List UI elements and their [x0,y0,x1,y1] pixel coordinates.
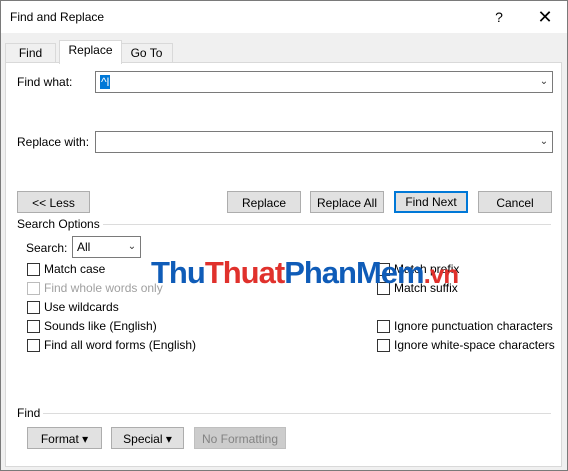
watermark-part3: PhanMem [284,255,424,290]
ignore-whitespace-label: Ignore white-space characters [394,338,555,352]
replace-all-button[interactable]: Replace All [310,191,384,213]
tab-find[interactable]: Find [5,43,56,63]
tab-goto[interactable]: Go To [120,43,173,63]
match-case-label: Match case [44,262,106,276]
find-replace-dialog: Find and Replace ? ✕ Find Replace Go To … [0,0,568,471]
whole-words-label: Find whole words only [44,281,163,295]
chevron-down-icon[interactable]: ⌄ [124,237,140,257]
word-forms-label: Find all word forms (English) [44,338,197,352]
find-what-label: Find what: [17,75,73,89]
chevron-down-icon[interactable]: ⌄ [536,72,552,92]
find-next-button[interactable]: Find Next [394,191,468,213]
watermark-part1: Thu [151,255,206,290]
divider [103,224,551,225]
search-options-heading: Search Options [17,217,100,231]
chevron-down-icon[interactable]: ⌄ [536,132,552,152]
help-icon[interactable]: ? [481,1,517,33]
replace-button[interactable]: Replace [227,191,301,213]
title-bar: Find and Replace ? ✕ [1,1,567,33]
window-title: Find and Replace [10,10,105,24]
ignore-punctuation-label: Ignore punctuation characters [394,319,553,333]
search-direction-select[interactable]: All ⌄ [72,236,141,258]
search-direction-value: All [77,240,91,254]
find-what-input[interactable]: ^l ⌄ [95,71,553,93]
search-label: Search: [26,241,68,255]
find-section-heading: Find [17,406,41,420]
sounds-like-label: Sounds like (English) [44,319,157,333]
find-what-value: ^l [100,75,111,89]
format-button[interactable]: Format ▾ [27,427,102,449]
wildcards-label: Use wildcards [44,300,119,314]
tab-replace[interactable]: Replace [59,40,122,64]
close-icon[interactable]: ✕ [527,1,563,33]
replace-with-label: Replace with: [17,135,90,149]
special-button[interactable]: Special ▾ [111,427,184,449]
replace-with-input[interactable]: ⌄ [95,131,553,153]
no-formatting-button: No Formatting [194,427,286,449]
less-button[interactable]: << Less [17,191,90,213]
watermark-part2: Thuat [204,255,285,290]
watermark-logo: ThuThuatPhanMem.vn [151,255,460,291]
watermark-part4: .vn [423,259,460,289]
divider [43,413,551,414]
cancel-button[interactable]: Cancel [478,191,552,213]
